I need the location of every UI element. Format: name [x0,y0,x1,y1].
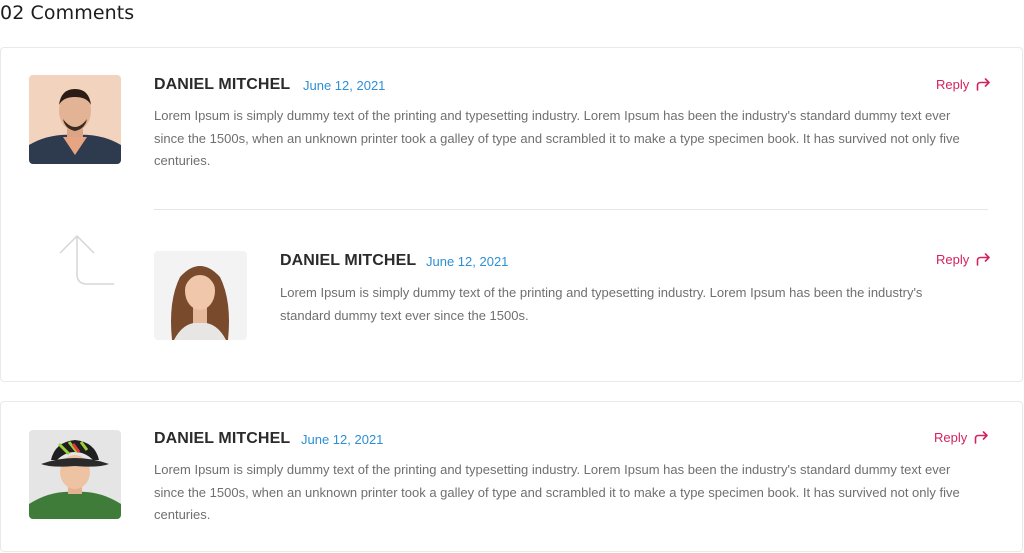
comment-date: June 12, 2021 [301,432,384,447]
comment-text: Lorem Ipsum is simply dummy text of the … [154,108,960,168]
comment-date: June 12, 2021 [426,254,509,269]
avatar [154,251,247,340]
comment-author-name: DANIEL MITCHEL [280,252,417,269]
divider [154,209,988,210]
reply-arrow-icon [976,253,991,266]
comment-text: Lorem Ipsum is simply dummy text of the … [154,462,960,522]
reply-button[interactable]: Reply [936,77,991,92]
comment-thread: DANIEL MITCHEL June 12, 2021 Reply Lorem… [0,401,1023,552]
comment-text: Lorem Ipsum is simply dummy text of the … [280,285,923,323]
avatar [29,75,121,164]
comments-heading: 02 Comments [0,2,135,24]
reply-label: Reply [936,252,970,267]
nested-reply-arrow-icon [59,235,114,285]
comment-author-name: DANIEL MITCHEL [154,430,291,447]
comment-date: June 12, 2021 [303,78,386,93]
reply-arrow-icon [976,78,991,91]
reply-arrow-icon [974,431,989,444]
reply-label: Reply [934,430,968,445]
reply-button[interactable]: Reply [934,430,989,445]
comment-author-name: DANIEL MITCHEL [154,76,291,93]
reply-button[interactable]: Reply [936,252,991,267]
comment-thread: DANIEL MITCHEL June 12, 2021 Reply Lorem… [0,47,1023,382]
reply-label: Reply [936,77,970,92]
avatar [29,430,121,519]
